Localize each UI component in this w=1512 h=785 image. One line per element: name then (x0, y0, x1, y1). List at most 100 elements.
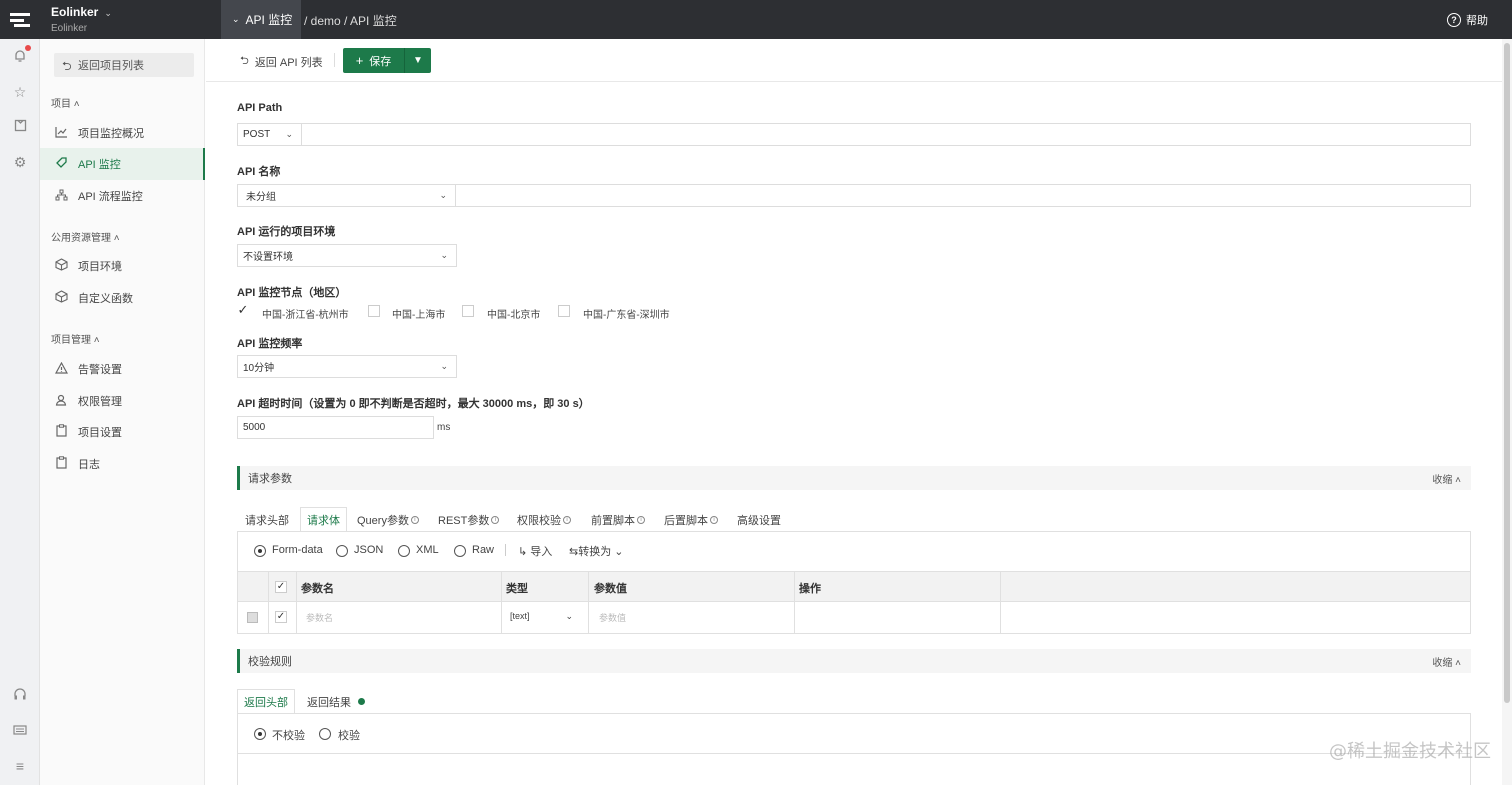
tab-response-headers[interactable]: 返回头部 (237, 689, 295, 714)
radio-json[interactable] (336, 545, 348, 557)
radio-xml[interactable] (398, 545, 410, 557)
radio-raw[interactable] (454, 545, 466, 557)
settings-icon[interactable]: ⚙ (11, 153, 29, 171)
sidebar-item-api-flow-monitor[interactable]: API 流程监控 (40, 180, 205, 212)
convert-button[interactable]: ⇆转换为 ⌄ (569, 543, 624, 559)
tab-auth[interactable]: 权限校验 i (511, 507, 577, 532)
chevron-down-icon: ⌄ (104, 8, 112, 18)
toolbar: ⮌ 返回 API 列表 + 保存 ▼ (206, 39, 1502, 82)
hierarchy-icon (54, 189, 68, 204)
param-value-input[interactable]: 参数值 (599, 611, 626, 624)
tab-response-body[interactable]: 返回结果 (301, 689, 371, 714)
divider (588, 572, 589, 603)
chevron-up-icon: ˄ (113, 233, 120, 244)
api-path-input[interactable] (301, 123, 1471, 146)
workspace-switcher[interactable]: Eolinker ⌄ Eolinker (51, 5, 112, 34)
sidebar-item-api-monitor[interactable]: API 监控 (40, 148, 205, 180)
param-name-input[interactable]: 参数名 (306, 611, 333, 624)
info-icon: i (410, 515, 419, 524)
swap-icon: ⇆ (569, 546, 579, 558)
sidebar-item-permissions[interactable]: 权限管理 (40, 385, 205, 417)
collapse-label: 收缩 (1432, 657, 1453, 669)
radio-label: Form-data (272, 544, 323, 556)
back-to-projects-button[interactable]: ⮌ 返回项目列表 (54, 53, 194, 77)
line-chart-icon (54, 126, 68, 141)
freq-select[interactable]: 10分钟 ⌄ (237, 355, 457, 378)
node-checkbox-shanghai[interactable] (368, 305, 380, 317)
freq-value: 10分钟 (243, 363, 275, 374)
tab-post-script[interactable]: 后置脚本 i (658, 507, 724, 532)
validation-rules-section: 校验规则 收缩 ˄ (237, 649, 1471, 673)
sidebar-item-label: API 监控 (78, 159, 121, 171)
save-dropdown-button[interactable]: ▼ (405, 55, 431, 66)
scrollbar[interactable] (1502, 39, 1512, 785)
warning-icon (54, 361, 68, 377)
watermark: @稀土掘金技术社区 (1329, 741, 1491, 762)
collapse-button[interactable]: 收缩 ˄ (1432, 654, 1461, 669)
star-icon[interactable]: ☆ (11, 83, 29, 101)
radio-no-validate[interactable] (254, 728, 266, 740)
method-select[interactable]: POST ⌄ (237, 123, 302, 146)
row-checkbox[interactable]: ✓ (275, 611, 287, 623)
sidebar-item-project-overview[interactable]: 项目监控概况 (40, 117, 205, 149)
select-all-checkbox[interactable]: ✓ (275, 581, 287, 593)
sidebar-item-custom-functions[interactable]: 自定义函数 (40, 282, 205, 314)
import-button[interactable]: ↳ 导入 (518, 543, 552, 559)
api-name-input[interactable] (455, 184, 1471, 207)
sidebar-item-alerts[interactable]: 告警设置 (40, 353, 205, 385)
headset-icon[interactable] (11, 687, 29, 705)
api-group-select[interactable]: 未分组 ⌄ (237, 184, 456, 207)
node-checkbox-shenzhen[interactable] (558, 305, 570, 317)
breadcrumb[interactable]: / demo / API 监控 (304, 12, 397, 29)
tab-rest-params[interactable]: REST参数 i (432, 507, 505, 532)
save-button[interactable]: + 保存 (343, 48, 405, 73)
tab-query-params[interactable]: Query参数 i (351, 507, 425, 532)
sidebar-item-project-settings[interactable]: 项目设置 (40, 416, 205, 448)
bell-icon[interactable] (11, 49, 29, 67)
scrollbar-thumb[interactable] (1504, 43, 1510, 703)
tab-advanced[interactable]: 高级设置 (731, 507, 787, 532)
main-content: ⮌ 返回 API 列表 + 保存 ▼ API Path POST ⌄ API 名… (206, 39, 1502, 785)
env-select[interactable]: 不设置环境 ⌄ (237, 244, 457, 267)
menu-icon[interactable]: ≡ (11, 757, 29, 775)
back-to-api-list-button[interactable]: ⮌ 返回 API 列表 (240, 52, 323, 71)
radio-form-data[interactable] (254, 545, 266, 557)
tab-request-headers[interactable]: 请求头部 (239, 507, 295, 532)
radio-label: 不校验 (272, 730, 305, 742)
tab-label: 权限校验 (517, 514, 561, 527)
return-arrow-icon: ⮌ (240, 55, 249, 67)
timeout-input[interactable]: 5000 (237, 416, 434, 439)
chevron-up-icon: ˄ (73, 99, 80, 110)
node-checkbox-hangzhou[interactable]: ✓ (237, 303, 249, 317)
keyboard-icon[interactable] (11, 722, 29, 740)
request-params-section: 请求参数 收缩 ˄ (237, 466, 1471, 490)
sidebar-group-shared-resources[interactable]: 公用资源管理 ˄ (51, 229, 120, 244)
node-checkbox-beijing[interactable] (462, 305, 474, 317)
sidebar-item-project-env[interactable]: 项目环境 (40, 250, 205, 282)
sidebar-group-project[interactable]: 项目 ˄ (51, 95, 80, 110)
tab-request-body[interactable]: 请求体 (300, 507, 347, 532)
sidebar-item-logs[interactable]: 日志 (40, 448, 205, 480)
divider (268, 572, 269, 603)
tab-label: 后置脚本 (664, 514, 708, 527)
divider (588, 602, 589, 633)
col-header: 参数名 (301, 583, 334, 595)
tag-icon (54, 156, 68, 172)
help-button[interactable]: ? 帮助 (1447, 12, 1488, 28)
drag-handle-icon[interactable] (247, 612, 258, 623)
divider (505, 544, 506, 556)
sidebar-item-label: 项目环境 (78, 261, 122, 273)
sidebar-group-title: 项目 (51, 99, 71, 110)
bookmark-icon[interactable] (11, 118, 29, 136)
breadcrumb-module-switch[interactable]: ⌄ API 监控 (221, 0, 301, 39)
sidebar-group-project-management[interactable]: 项目管理 ˄ (51, 331, 100, 346)
param-type-select[interactable]: [text] ⌄ (510, 611, 573, 622)
radio-validate[interactable] (319, 728, 331, 740)
sidebar-item-label: 项目设置 (78, 427, 122, 439)
collapse-button[interactable]: 收缩 ˄ (1432, 471, 1461, 486)
tab-pre-script[interactable]: 前置脚本 i (585, 507, 651, 532)
chevron-down-icon: ⌄ (285, 129, 293, 139)
convert-label: 转换为 (578, 546, 612, 558)
app-name: Eolinker (51, 5, 99, 19)
eolinker-logo-icon[interactable] (0, 0, 40, 39)
